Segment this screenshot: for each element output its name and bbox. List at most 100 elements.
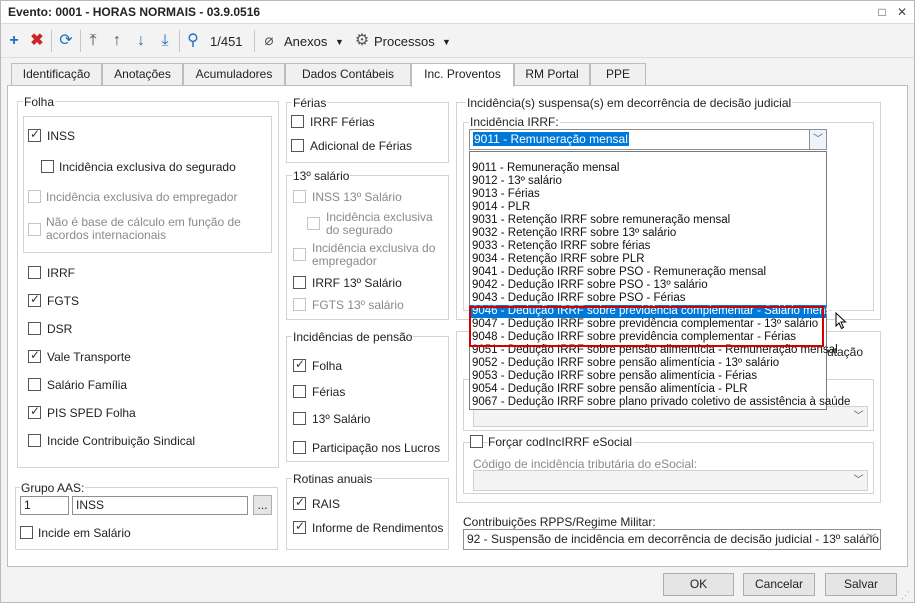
incidencia-irrf-dropdown: 9011 - Remuneração mensal 9012 - 13º sal… bbox=[469, 151, 850, 410]
incide-salario-checkbox[interactable] bbox=[20, 526, 33, 539]
dropdown-option[interactable]: 9011 - Remuneração mensal bbox=[470, 162, 826, 175]
dropdown-option[interactable]: 9053 - Dedução IRRF sobre pensão aliment… bbox=[470, 370, 826, 383]
dropdown-option[interactable]: 9012 - 13º salário bbox=[470, 175, 826, 188]
dropdown-option[interactable]: 9048 - Dedução IRRF sobre previdência co… bbox=[470, 331, 826, 344]
ok-button[interactable]: OK bbox=[663, 573, 734, 596]
ferias-group bbox=[286, 102, 449, 163]
dropdown-option[interactable]: 9031 - Retenção IRRF sobre remuneração m… bbox=[470, 214, 826, 227]
search-icon[interactable]: ⚲ bbox=[184, 31, 202, 51]
pis-sped-checkbox[interactable]: ✓ bbox=[28, 404, 41, 419]
chevron-down-icon[interactable]: ▼ bbox=[442, 37, 451, 47]
irrf-ferias-label: IRRF Férias bbox=[310, 115, 375, 129]
first-record-icon[interactable]: ⤒ bbox=[85, 31, 101, 51]
tab-acumuladores[interactable]: Acumuladores bbox=[183, 63, 285, 86]
dropdown-option[interactable]: 9051 - Dedução IRRF sobre pensão aliment… bbox=[470, 344, 838, 357]
grupo-aas-title: Grupo AAS: bbox=[20, 481, 86, 495]
pensao-decimo-label: 13º Salário bbox=[312, 412, 371, 426]
forcar-checkbox[interactable] bbox=[470, 435, 483, 448]
chevron-down-icon[interactable]: ﹀ bbox=[850, 407, 867, 426]
irrf-ferias-checkbox[interactable] bbox=[291, 115, 304, 128]
rpps-select[interactable]: 92 - Suspensão de incidência em decorrên… bbox=[463, 529, 881, 550]
processos-menu[interactable]: Processos bbox=[374, 34, 435, 49]
pis-sped-label: PIS SPED Folha bbox=[47, 406, 136, 420]
inss13-checkbox[interactable] bbox=[293, 190, 306, 203]
rais-checkbox[interactable]: ✓ bbox=[293, 495, 306, 510]
nao-base-checkbox[interactable] bbox=[28, 223, 41, 236]
informe-checkbox[interactable]: ✓ bbox=[293, 519, 306, 534]
add-icon[interactable]: + bbox=[6, 31, 22, 51]
close-icon[interactable]: ✕ bbox=[894, 4, 910, 20]
maximize-icon[interactable]: □ bbox=[874, 4, 890, 20]
cancel-button[interactable]: Cancelar bbox=[743, 573, 815, 596]
decimo-title: 13º salário bbox=[292, 169, 351, 183]
gear-icon[interactable]: ⚙ bbox=[353, 31, 371, 51]
inc-empregador-checkbox[interactable] bbox=[28, 190, 41, 203]
decimo-inc-segurado-checkbox[interactable] bbox=[307, 217, 320, 230]
tab-anotacoes[interactable]: Anotações bbox=[102, 63, 183, 86]
vale-transporte-label: Vale Transporte bbox=[47, 350, 131, 364]
delete-icon[interactable]: ✖ bbox=[29, 31, 45, 51]
tab-ppe[interactable]: PPE bbox=[590, 63, 646, 86]
decimo-inc-empregador-checkbox[interactable] bbox=[293, 248, 306, 261]
toolbar-separator bbox=[254, 30, 255, 52]
dropdown-option[interactable]: 9042 - Dedução IRRF sobre PSO - 13º salá… bbox=[470, 279, 826, 292]
incidencia-irrf-select[interactable]: 9011 - Remuneração mensal ﹀ bbox=[469, 129, 827, 150]
vale-transporte-checkbox[interactable]: ✓ bbox=[28, 348, 41, 363]
dropdown-option[interactable]: 9014 - PLR bbox=[470, 201, 826, 214]
dsr-label: DSR bbox=[47, 322, 73, 336]
inc-segurado-checkbox[interactable] bbox=[41, 160, 54, 173]
codigo-esocial-select[interactable]: ﹀ bbox=[473, 470, 868, 491]
grupo-aas-browse-button[interactable]: ... bbox=[253, 495, 272, 515]
dropdown-option[interactable]: 9043 - Dedução IRRF sobre PSO - Férias bbox=[470, 292, 826, 305]
previous-record-icon[interactable]: ↑ bbox=[109, 31, 125, 51]
incidencia-irrf-value: 9011 - Remuneração mensal bbox=[473, 132, 629, 146]
grupo-aas-name-input[interactable]: INSS bbox=[72, 496, 248, 515]
tab-dados-contabeis[interactable]: Dados Contábeis bbox=[285, 63, 411, 86]
adicional-ferias-checkbox[interactable] bbox=[291, 139, 304, 152]
next-record-icon[interactable]: ↓ bbox=[133, 31, 149, 51]
save-button[interactable]: Salvar bbox=[825, 573, 897, 596]
dropdown-option[interactable]: 9033 - Retenção IRRF sobre férias bbox=[470, 240, 826, 253]
chevron-down-icon[interactable]: ▼ bbox=[335, 37, 344, 47]
pensao-folha-checkbox[interactable]: ✓ bbox=[293, 357, 306, 372]
tab-identificacao[interactable]: Identificação bbox=[11, 63, 102, 86]
nao-base-label: Não é base de cálculo em função de acord… bbox=[46, 215, 241, 242]
contrib-sindical-checkbox[interactable] bbox=[28, 434, 41, 447]
dsr-checkbox[interactable] bbox=[28, 322, 41, 335]
chevron-down-icon[interactable]: ﹀ bbox=[809, 130, 826, 149]
dropdown-option[interactable]: 9041 - Dedução IRRF sobre PSO - Remunera… bbox=[470, 266, 826, 279]
dropdown-option[interactable]: 9052 - Dedução IRRF sobre pensão aliment… bbox=[470, 357, 826, 370]
decimo-inc-empregador-label: Incidência exclusiva do empregador bbox=[312, 241, 436, 268]
dropdown-option[interactable]: 9067 - Dedução IRRF sobre plano privado … bbox=[470, 396, 850, 409]
chevron-down-icon[interactable]: ﹀ bbox=[850, 471, 867, 490]
tab-inc-proventos[interactable]: Inc. Proventos bbox=[411, 63, 514, 87]
refresh-icon[interactable]: ⟳ bbox=[57, 31, 75, 51]
anexos-menu[interactable]: Anexos bbox=[284, 34, 327, 49]
window-title: Evento: 0001 - HORAS NORMAIS - 03.9.0516 bbox=[8, 5, 261, 19]
tab-rm-portal[interactable]: RM Portal bbox=[514, 63, 590, 86]
dropdown-option[interactable]: 9034 - Retenção IRRF sobre PLR bbox=[470, 253, 826, 266]
dropdown-option[interactable]: 9032 - Retenção IRRF sobre 13º salário bbox=[470, 227, 826, 240]
dropdown-option[interactable]: 9013 - Férias bbox=[470, 188, 826, 201]
pensao-decimo-checkbox[interactable] bbox=[293, 412, 306, 425]
pensao-ferias-checkbox[interactable] bbox=[293, 385, 306, 398]
paperclip-icon[interactable]: ⌀ bbox=[261, 31, 277, 51]
dropdown-option[interactable]: 9047 - Dedução IRRF sobre previdência co… bbox=[470, 318, 826, 331]
salario-familia-checkbox[interactable] bbox=[28, 378, 41, 391]
incidencia-irrf-label: Incidência IRRF: bbox=[469, 115, 560, 129]
last-record-icon[interactable]: ⤓ bbox=[157, 31, 173, 51]
pensao-lucros-label: Participação nos Lucros bbox=[312, 441, 441, 455]
pensao-folha-label: Folha bbox=[312, 359, 343, 373]
irrf13-checkbox[interactable] bbox=[293, 276, 306, 289]
inss-checkbox[interactable]: ✓ bbox=[28, 127, 41, 142]
chevron-down-icon[interactable]: ﹀ bbox=[863, 530, 880, 549]
fgts13-checkbox[interactable] bbox=[293, 298, 306, 311]
irrf-checkbox[interactable] bbox=[28, 266, 41, 279]
dropdown-option-hovered[interactable]: 9046 - Dedução IRRF sobre previdência co… bbox=[470, 305, 840, 318]
fgts-checkbox[interactable]: ✓ bbox=[28, 292, 41, 307]
dropdown-option[interactable]: 9054 - Dedução IRRF sobre pensão aliment… bbox=[470, 383, 826, 396]
toolbar-separator bbox=[179, 30, 180, 52]
resize-grip-icon[interactable]: ⋰ bbox=[901, 590, 910, 601]
grupo-aas-code-input[interactable]: 1 bbox=[20, 496, 69, 515]
pensao-lucros-checkbox[interactable] bbox=[293, 441, 306, 454]
